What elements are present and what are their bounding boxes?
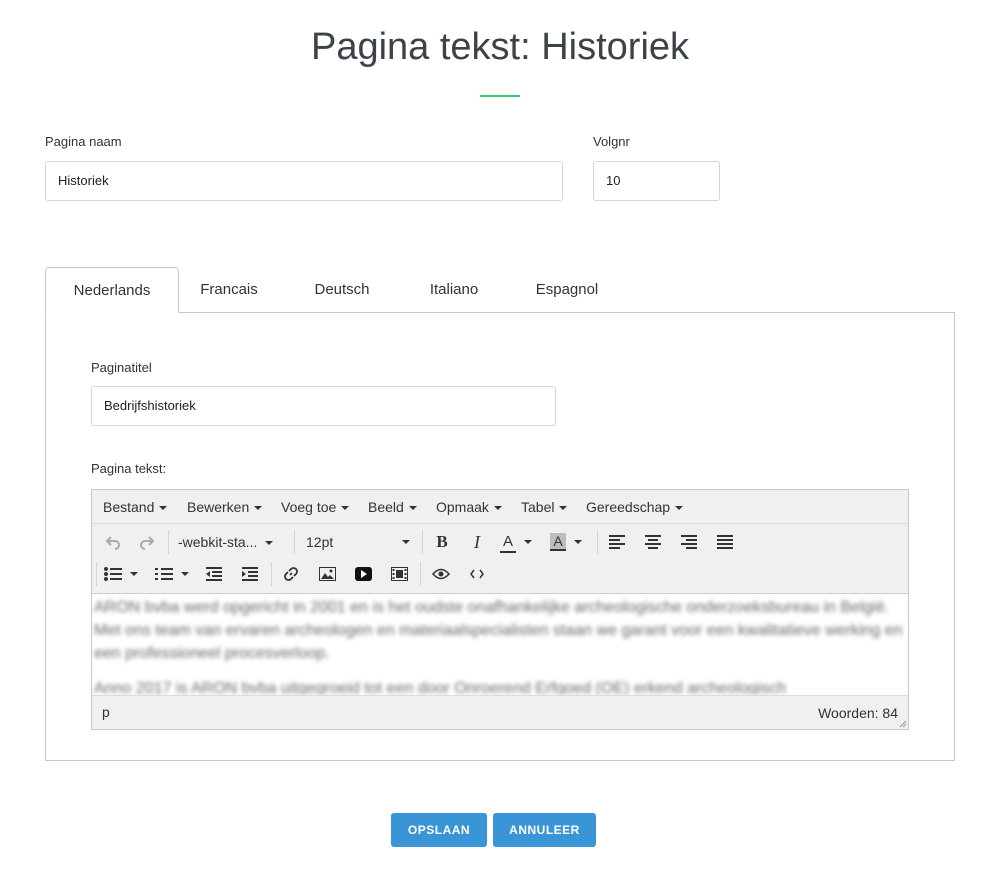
undo-icon <box>105 536 120 551</box>
redo-icon <box>140 536 155 551</box>
preview-button[interactable] <box>428 561 454 587</box>
menu-bestand[interactable]: Bestand <box>103 490 168 524</box>
bullet-list-icon <box>104 567 122 582</box>
editor-toolbar: -webkit-sta... 12pt B I A A <box>92 524 908 594</box>
italic-icon: I <box>474 532 480 552</box>
caret-down-icon <box>130 572 138 577</box>
caret-down-icon <box>493 506 502 511</box>
menu-beeld[interactable]: Beeld <box>368 490 417 524</box>
cancel-button[interactable]: ANNULEER <box>493 813 596 847</box>
font-size-select[interactable]: 12pt <box>306 529 414 555</box>
text-color-button[interactable]: A <box>500 529 542 555</box>
source-code-button[interactable] <box>464 561 490 587</box>
caret-down-icon <box>559 506 568 511</box>
caret-down-icon <box>265 541 274 546</box>
toolbar-separator <box>420 562 421 586</box>
bullet-list-button[interactable] <box>104 561 144 587</box>
title-underline <box>480 95 520 97</box>
font-family-select[interactable]: -webkit-sta... <box>178 529 288 555</box>
align-right-icon <box>681 535 697 550</box>
indent-button[interactable] <box>237 561 263 587</box>
outdent-button[interactable] <box>201 561 227 587</box>
content-paragraph: ARON bvba werd opgericht in 2001 en is h… <box>94 599 903 662</box>
outdent-icon <box>206 567 222 582</box>
redo-button[interactable] <box>134 529 160 555</box>
numbered-list-button[interactable] <box>155 561 195 587</box>
toolbar-separator <box>168 530 169 554</box>
undo-button[interactable] <box>100 529 126 555</box>
source-code-icon <box>470 569 484 579</box>
align-right-button[interactable] <box>676 529 702 555</box>
toolbar-separator <box>271 562 272 586</box>
link-button[interactable] <box>278 561 304 587</box>
preview-icon <box>431 568 451 580</box>
caret-down-icon <box>181 572 189 577</box>
page-text-label: Pagina tekst: <box>91 461 167 476</box>
toolbar-separator <box>422 530 423 554</box>
caret-down-icon <box>402 540 410 544</box>
tab-espagnol[interactable]: Espagnol <box>523 267 611 313</box>
toolbar-separator <box>597 530 598 554</box>
toolbar-separator <box>294 530 295 554</box>
editor-content[interactable]: ARON bvba werd opgericht in 2001 en is h… <box>92 594 908 695</box>
content-paragraph: Anno 2017 is ARON bvba uitgegroeid tot e… <box>94 680 786 695</box>
menu-voeg-toe[interactable]: Voeg toe <box>281 490 350 524</box>
rich-text-editor: Bestand Bewerken Voeg toe Beeld Opmaak T… <box>91 489 909 730</box>
element-path[interactable]: p <box>102 704 110 720</box>
image-button[interactable] <box>314 561 340 587</box>
caret-down-icon <box>524 540 532 545</box>
language-tabs: Nederlands Francais Deutsch Italiano Esp… <box>45 267 955 313</box>
tab-italiano[interactable]: Italiano <box>409 267 499 313</box>
save-button[interactable]: OPSLAAN <box>391 813 487 847</box>
video-icon <box>390 567 408 582</box>
caret-down-icon <box>675 506 684 511</box>
page-title-input[interactable]: Bedrijfshistoriek <box>91 386 556 426</box>
tab-francais[interactable]: Francais <box>179 267 279 313</box>
align-justify-icon <box>717 535 733 550</box>
media-button[interactable] <box>350 561 376 587</box>
page-name-label: Pagina naam <box>45 134 122 149</box>
numbered-list-icon <box>155 568 173 581</box>
bold-button[interactable]: B <box>429 529 455 555</box>
background-color-button[interactable]: A <box>550 529 592 555</box>
caret-down-icon <box>159 506 168 511</box>
image-icon <box>318 567 336 582</box>
bold-icon: B <box>436 532 448 551</box>
caret-down-icon <box>574 540 582 545</box>
caret-down-icon <box>408 506 417 511</box>
align-justify-button[interactable] <box>712 529 738 555</box>
tab-nederlands[interactable]: Nederlands <box>45 267 179 313</box>
editor-menubar: Bestand Bewerken Voeg toe Beeld Opmaak T… <box>92 490 908 524</box>
page-title-label: Paginatitel <box>91 360 152 375</box>
resize-handle-icon[interactable] <box>899 720 907 728</box>
align-center-icon <box>645 535 661 550</box>
indent-icon <box>242 567 258 582</box>
background-color-icon: A <box>550 533 566 551</box>
menu-opmaak[interactable]: Opmaak <box>436 490 502 524</box>
menu-gereedschap[interactable]: Gereedschap <box>586 490 684 524</box>
text-color-icon: A <box>500 533 516 553</box>
align-left-icon <box>609 535 625 550</box>
caret-down-icon <box>254 506 263 511</box>
link-icon <box>284 567 298 581</box>
italic-button[interactable]: I <box>464 529 490 555</box>
page-title: Pagina tekst: Historiek <box>310 26 690 68</box>
menu-bewerken[interactable]: Bewerken <box>187 490 263 524</box>
menu-tabel[interactable]: Tabel <box>521 490 568 524</box>
align-left-button[interactable] <box>604 529 630 555</box>
align-center-button[interactable] <box>640 529 666 555</box>
toolbar-separator <box>96 562 97 586</box>
order-input[interactable]: 10 <box>593 161 720 201</box>
video-button[interactable] <box>386 561 412 587</box>
word-count: Woorden: 84 <box>818 705 898 721</box>
media-icon <box>354 567 372 582</box>
editor-statusbar: p Woorden: 84 <box>92 695 908 729</box>
tab-deutsch[interactable]: Deutsch <box>297 267 387 313</box>
caret-down-icon <box>341 506 350 511</box>
page-name-input[interactable]: Historiek <box>45 161 563 201</box>
order-label: Volgnr <box>593 134 630 149</box>
